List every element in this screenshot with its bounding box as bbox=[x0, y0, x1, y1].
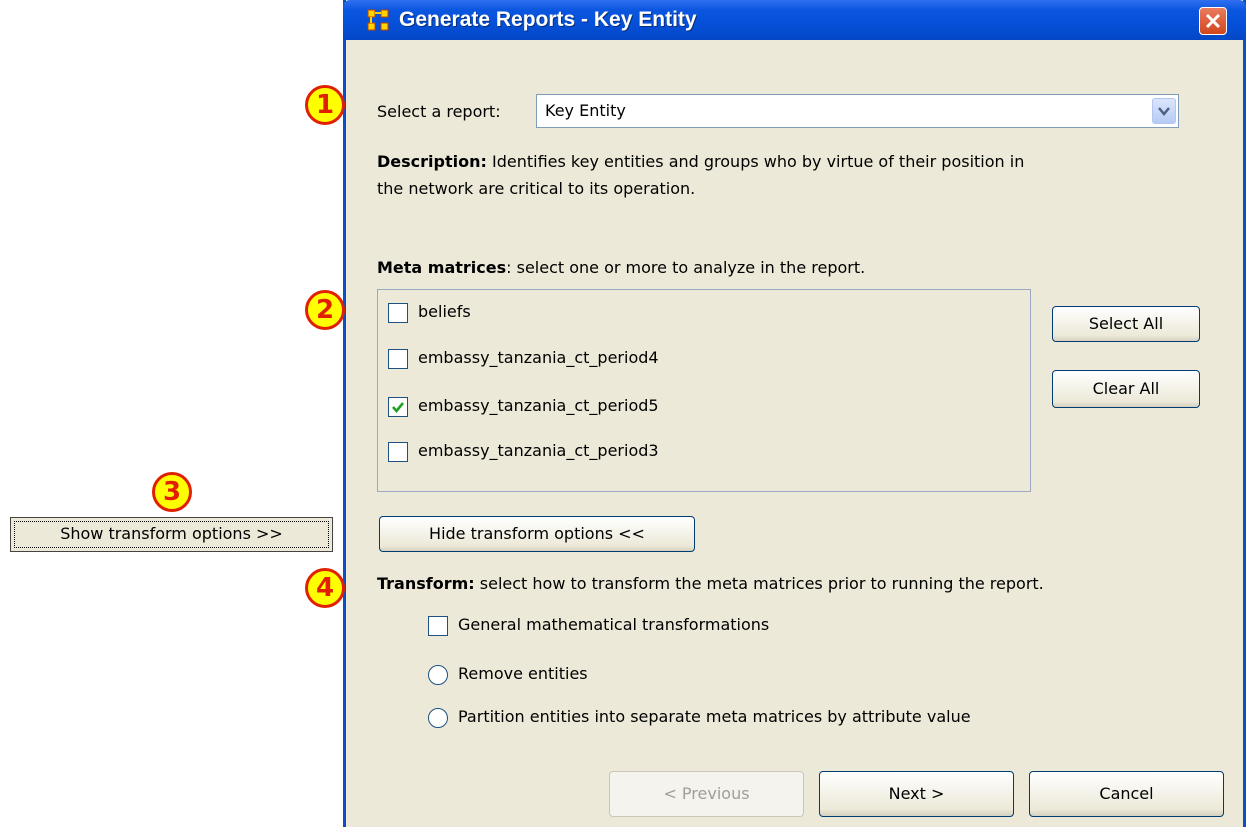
previous-button[interactable]: < Previous bbox=[609, 771, 804, 817]
checkbox-period5[interactable] bbox=[388, 397, 408, 417]
math-transform-label[interactable]: General mathematical transformations bbox=[458, 615, 769, 634]
list-item[interactable]: embassy_tanzania_ct_period5 bbox=[418, 396, 659, 415]
partition-entities-label[interactable]: Partition entities into separate meta ma… bbox=[458, 707, 971, 726]
remove-entities-label[interactable]: Remove entities bbox=[458, 664, 588, 683]
remove-entities-radio[interactable] bbox=[428, 665, 448, 685]
checkbox-beliefs[interactable] bbox=[388, 303, 408, 323]
transform-hint: select how to transform the meta matrice… bbox=[474, 574, 1044, 593]
checkbox-period3[interactable] bbox=[388, 442, 408, 462]
window-title: Generate Reports - Key Entity bbox=[399, 8, 697, 31]
list-item[interactable]: embassy_tanzania_ct_period3 bbox=[418, 441, 659, 460]
close-icon bbox=[1205, 13, 1221, 29]
callout-3: 3 bbox=[152, 472, 192, 512]
callout-1: 1 bbox=[305, 85, 345, 125]
check-icon bbox=[392, 402, 405, 414]
description-line-1: Identifies key entities and groups who b… bbox=[491, 152, 1025, 171]
transform-title: Transform: bbox=[377, 574, 475, 593]
checkbox-period4[interactable] bbox=[388, 349, 408, 369]
callout-4: 4 bbox=[305, 568, 345, 608]
list-item[interactable]: beliefs bbox=[418, 302, 471, 321]
list-item[interactable]: embassy_tanzania_ct_period4 bbox=[418, 348, 659, 367]
cancel-button[interactable]: Cancel bbox=[1029, 771, 1224, 817]
report-select[interactable]: Key Entity bbox=[536, 94, 1179, 128]
transform-heading: Transform: select how to transform the m… bbox=[377, 574, 1044, 593]
app-icon bbox=[367, 9, 389, 31]
chevron-down-icon bbox=[1158, 107, 1170, 116]
meta-matrices-title: Meta matrices bbox=[377, 258, 507, 277]
report-description: Description: Identifies key entities and… bbox=[377, 148, 1177, 202]
description-line-2: the network are critical to its operatio… bbox=[377, 179, 696, 198]
next-button[interactable]: Next > bbox=[819, 771, 1014, 817]
description-heading: Description: bbox=[377, 152, 487, 171]
meta-matrices-hint: : select one or more to analyze in the r… bbox=[506, 258, 866, 277]
close-button[interactable] bbox=[1199, 7, 1227, 35]
report-select-value: Key Entity bbox=[545, 101, 626, 120]
hide-transform-options-button[interactable]: Hide transform options << bbox=[379, 516, 695, 552]
callout-2: 2 bbox=[305, 290, 345, 330]
math-transform-checkbox[interactable] bbox=[428, 616, 448, 636]
partition-entities-radio[interactable] bbox=[428, 708, 448, 728]
clear-all-button[interactable]: Clear All bbox=[1052, 370, 1200, 408]
select-all-button[interactable]: Select All bbox=[1052, 306, 1200, 342]
meta-matrices-heading: Meta matrices: select one or more to ana… bbox=[377, 258, 865, 277]
dropdown-button[interactable] bbox=[1152, 98, 1176, 124]
meta-matrix-list[interactable] bbox=[377, 289, 1031, 492]
show-transform-options-button[interactable]: Show transform options >> bbox=[10, 517, 333, 552]
select-report-label: Select a report: bbox=[377, 102, 501, 121]
